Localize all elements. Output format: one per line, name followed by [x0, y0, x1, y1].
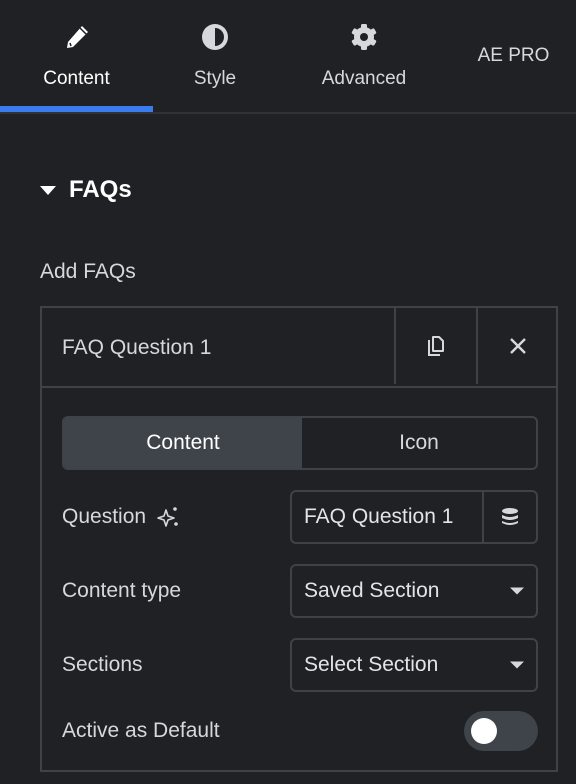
content-type-select[interactable]: Saved Section	[290, 564, 538, 618]
tab-style[interactable]: Style	[153, 0, 277, 110]
repeater-label: Add FAQs	[40, 260, 136, 283]
pencil-icon	[66, 26, 88, 48]
chevron-down-icon	[510, 587, 524, 595]
tab-content[interactable]: Content	[0, 0, 153, 112]
section-title: FAQs	[69, 176, 132, 203]
chevron-down-icon	[510, 661, 524, 669]
dynamic-tags-button[interactable]	[482, 492, 536, 542]
tab-content-label: Content	[43, 68, 110, 89]
close-icon	[510, 338, 526, 354]
sections-label: Sections	[62, 653, 143, 676]
copy-icon	[428, 336, 444, 356]
sections-row: Sections Select Section	[62, 638, 538, 692]
content-type-value: Saved Section	[304, 579, 440, 602]
question-field-row: Question FAQ Question 1	[62, 490, 538, 544]
gear-icon	[351, 24, 377, 50]
duplicate-button[interactable]	[394, 308, 476, 384]
active-default-label: Active as Default	[62, 719, 220, 742]
sections-select[interactable]: Select Section	[290, 638, 538, 692]
toggle-knob	[471, 718, 497, 744]
active-default-row: Active as Default	[62, 704, 538, 758]
repeater-item-header: FAQ Question 1	[42, 308, 556, 388]
database-icon	[502, 508, 518, 525]
question-input[interactable]: FAQ Question 1	[290, 490, 538, 544]
repeater-item-title[interactable]: FAQ Question 1	[62, 336, 211, 360]
faq-repeater: FAQ Question 1 Content Icon Question FAQ…	[40, 306, 558, 772]
switcher-content[interactable]: Content	[64, 418, 302, 468]
tab-advanced[interactable]: Advanced	[277, 0, 451, 110]
sections-value: Select Section	[304, 653, 439, 676]
question-label: Question	[62, 505, 147, 528]
sparkle-icon[interactable]	[156, 505, 180, 529]
panel-tabs: Content Style Advanced AE PRO	[0, 0, 576, 114]
tab-ae-pro-label: AE PRO	[477, 45, 550, 66]
switcher-icon[interactable]: Icon	[302, 418, 536, 468]
content-type-row: Content type Saved Section	[62, 564, 538, 618]
content-type-label: Content type	[62, 579, 182, 602]
section-faqs-toggle[interactable]: FAQs	[40, 176, 132, 204]
question-input-value: FAQ Question 1	[304, 505, 454, 528]
remove-button[interactable]	[476, 308, 558, 384]
active-default-toggle[interactable]	[464, 711, 538, 751]
half-circle-icon	[202, 24, 228, 50]
content-icon-switcher: Content Icon	[62, 416, 538, 470]
tab-style-label: Style	[193, 68, 237, 89]
tab-ae-pro[interactable]: AE PRO	[451, 0, 576, 110]
caret-down-icon	[40, 185, 56, 195]
tab-advanced-label: Advanced	[321, 68, 407, 89]
